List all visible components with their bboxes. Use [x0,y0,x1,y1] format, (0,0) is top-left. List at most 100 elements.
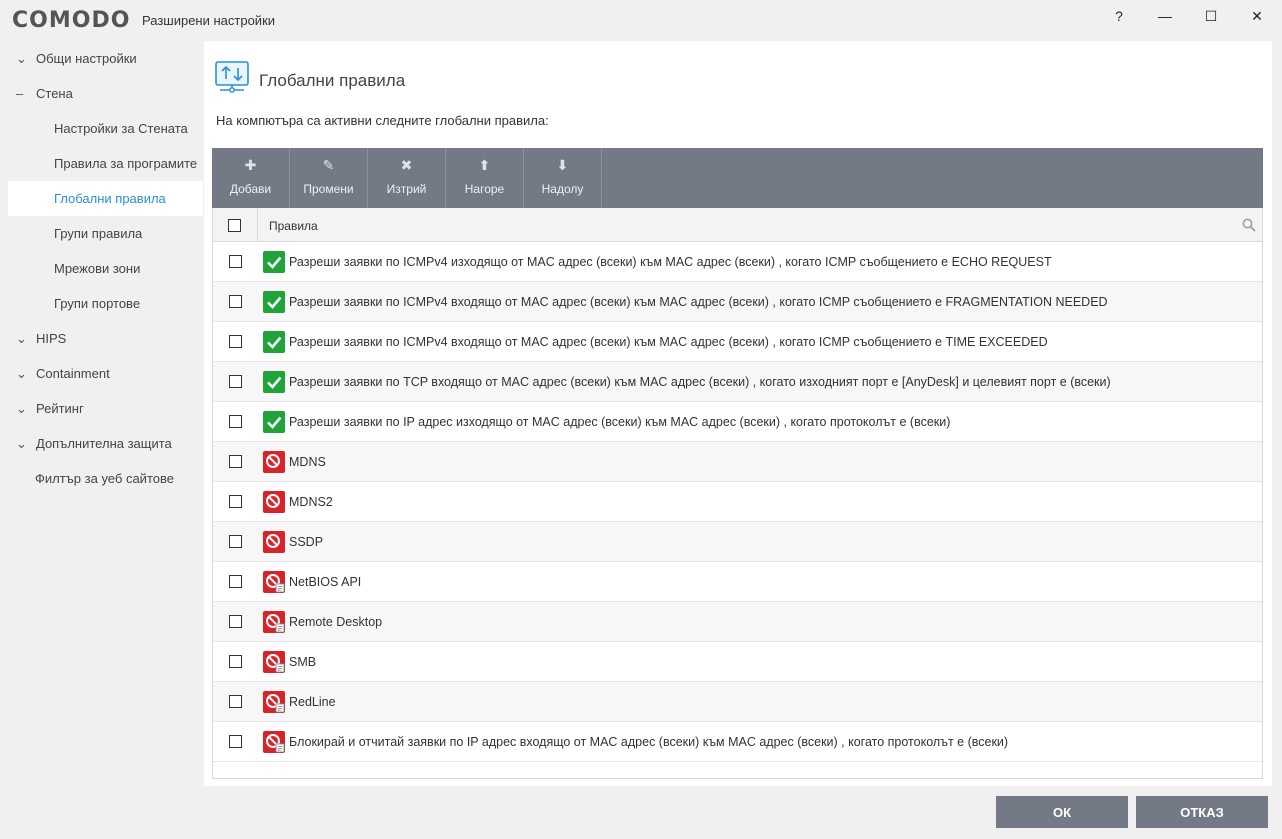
sidebar: ⌄ Общи настройки – Стена Настройки за Ст… [8,41,203,786]
sidebar-item-global-rules[interactable]: Глобални правила [8,181,203,216]
plus-icon: ✚ [244,157,257,173]
global-rules-icon [215,61,249,93]
move-up-button[interactable]: ⬆ Нагоре [446,148,524,208]
sidebar-item-label: Containment [36,366,110,381]
move-down-button[interactable]: ⬇ Надолу [524,148,602,208]
sidebar-item-network-zones[interactable]: Мрежови зони [8,251,203,286]
help-button[interactable]: ? [1103,4,1135,28]
block-icon [263,451,285,473]
delete-button[interactable]: ✖ Изтрий [368,148,446,208]
rule-text: Разреши заявки по IP адрес изходящо от M… [289,415,951,429]
table-row[interactable]: Разреши заявки по ICMPv4 изходящо от MAC… [213,242,1262,282]
search-icon[interactable] [1242,218,1256,232]
sidebar-item-label: Допълнителна защита [36,436,172,451]
rule-text: NetBIOS API [289,575,362,589]
move-up-label: Нагоре [464,182,505,196]
block-icon [263,491,285,513]
sidebar-item-label: HIPS [36,331,67,346]
table-row[interactable]: Разреши заявки по ICMPv4 входящо от MAC … [213,282,1262,322]
table-header: Правила [213,208,1262,242]
table-row[interactable]: NetBIOS API [213,562,1262,602]
sidebar-item-general[interactable]: ⌄ Общи настройки [8,41,203,76]
sidebar-item-application-rules[interactable]: Правила за програмите [8,146,203,181]
row-checkbox[interactable] [229,655,242,668]
table-row[interactable]: SMB [213,642,1262,682]
chevron-down-icon: ⌄ [16,435,27,451]
rules-column-header[interactable]: Правила [269,219,318,233]
table-row[interactable]: Разреши заявки по IP адрес изходящо от M… [213,402,1262,442]
sidebar-item-website-filtering[interactable]: Филтър за уеб сайтове [8,461,203,496]
sidebar-item-advanced-protection[interactable]: ⌄ Допълнителна защита [8,426,203,461]
ok-button[interactable]: ОК [996,796,1128,828]
comodo-logo: COMODO [12,8,131,33]
sidebar-item-containment[interactable]: ⌄ Containment [8,356,203,391]
table-row[interactable]: Разреши заявки по ICMPv4 входящо от MAC … [213,322,1262,362]
table-row[interactable]: MDNS2 [213,482,1262,522]
row-checkbox[interactable] [229,455,242,468]
chevron-down-icon: ⌄ [16,400,27,416]
rule-text: SMB [289,655,317,669]
sidebar-item-port-sets[interactable]: Групи портове [8,286,203,321]
rule-text: Разреши заявки по ICMPv4 изходящо от MAC… [289,255,1052,269]
toolbar: ✚ Добави ✎ Промени ✖ Изтрий ⬆ Нагоре ⬇ Н… [212,148,1263,208]
row-checkbox[interactable] [229,535,242,548]
sidebar-item-hips[interactable]: ⌄ HIPS [8,321,203,356]
sidebar-item-rulesets[interactable]: Групи правила [8,216,203,251]
rule-text: Разреши заявки по ICMPv4 входящо от MAC … [289,295,1108,309]
row-checkbox[interactable] [229,415,242,428]
minimize-button[interactable]: — [1149,4,1181,28]
cancel-button[interactable]: ОТКАЗ [1136,796,1268,828]
sidebar-item-firewall-settings[interactable]: Настройки за Стената [8,111,203,146]
delete-icon: ✖ [400,157,413,173]
maximize-button[interactable]: ☐ [1195,4,1227,28]
row-checkbox[interactable] [229,615,242,628]
rule-text: Разреши заявки по ICMPv4 входящо от MAC … [289,335,1048,349]
row-checkbox[interactable] [229,335,242,348]
collapse-icon: – [16,86,24,101]
column-divider [257,208,258,242]
select-all-checkbox[interactable] [228,219,241,232]
table-row[interactable]: MDNS [213,442,1262,482]
row-checkbox[interactable] [229,695,242,708]
close-button[interactable]: ✕ [1241,4,1273,28]
rule-text: MDNS2 [289,495,333,509]
move-down-label: Надолу [541,182,584,196]
sidebar-item-label: Общи настройки [36,51,137,66]
rule-text: Блокирай и отчитай заявки по IP адрес вх… [289,735,1009,749]
rules-table: Правила Разреши заявки по ICMPv4 изходящ… [212,208,1263,779]
block-log-icon [263,691,285,713]
allow-icon [263,291,285,313]
row-checkbox[interactable] [229,375,242,388]
table-row[interactable]: Разреши заявки по TCP входящо от MAC адр… [213,362,1262,402]
sidebar-item-firewall[interactable]: – Стена [8,76,203,111]
table-row[interactable]: RedLine [213,682,1262,722]
table-row[interactable]: Remote Desktop [213,602,1262,642]
block-log-icon [263,611,285,633]
allow-icon [263,411,285,433]
row-checkbox[interactable] [229,255,242,268]
table-row[interactable]: Блокирай и отчитай заявки по IP адрес вх… [213,722,1262,762]
rule-text: Разреши заявки по TCP входящо от MAC адр… [289,375,1111,389]
allow-icon [263,331,285,353]
delete-label: Изтрий [386,182,427,196]
row-checkbox[interactable] [229,295,242,308]
rule-text: RedLine [289,695,336,709]
page-title: Глобални правила [259,71,406,90]
sidebar-item-rating[interactable]: ⌄ Рейтинг [8,391,203,426]
title-bar: COMODO Разширени настройки ? — ☐ ✕ [0,0,1282,40]
sidebar-item-label: Рейтинг [36,401,84,416]
allow-icon [263,371,285,393]
rule-text: SSDP [289,535,324,549]
table-row[interactable]: SSDP [213,522,1262,562]
row-checkbox[interactable] [229,575,242,588]
block-icon [263,531,285,553]
rule-text: MDNS [289,455,326,469]
chevron-down-icon: ⌄ [16,50,27,66]
row-checkbox[interactable] [229,495,242,508]
arrow-down-icon: ⬇ [556,157,569,173]
row-checkbox[interactable] [229,735,242,748]
pencil-icon: ✎ [322,157,335,173]
edit-button[interactable]: ✎ Промени [290,148,368,208]
page-subtitle: На компютъра са активни следните глобалн… [216,113,549,128]
add-button[interactable]: ✚ Добави [212,148,290,208]
